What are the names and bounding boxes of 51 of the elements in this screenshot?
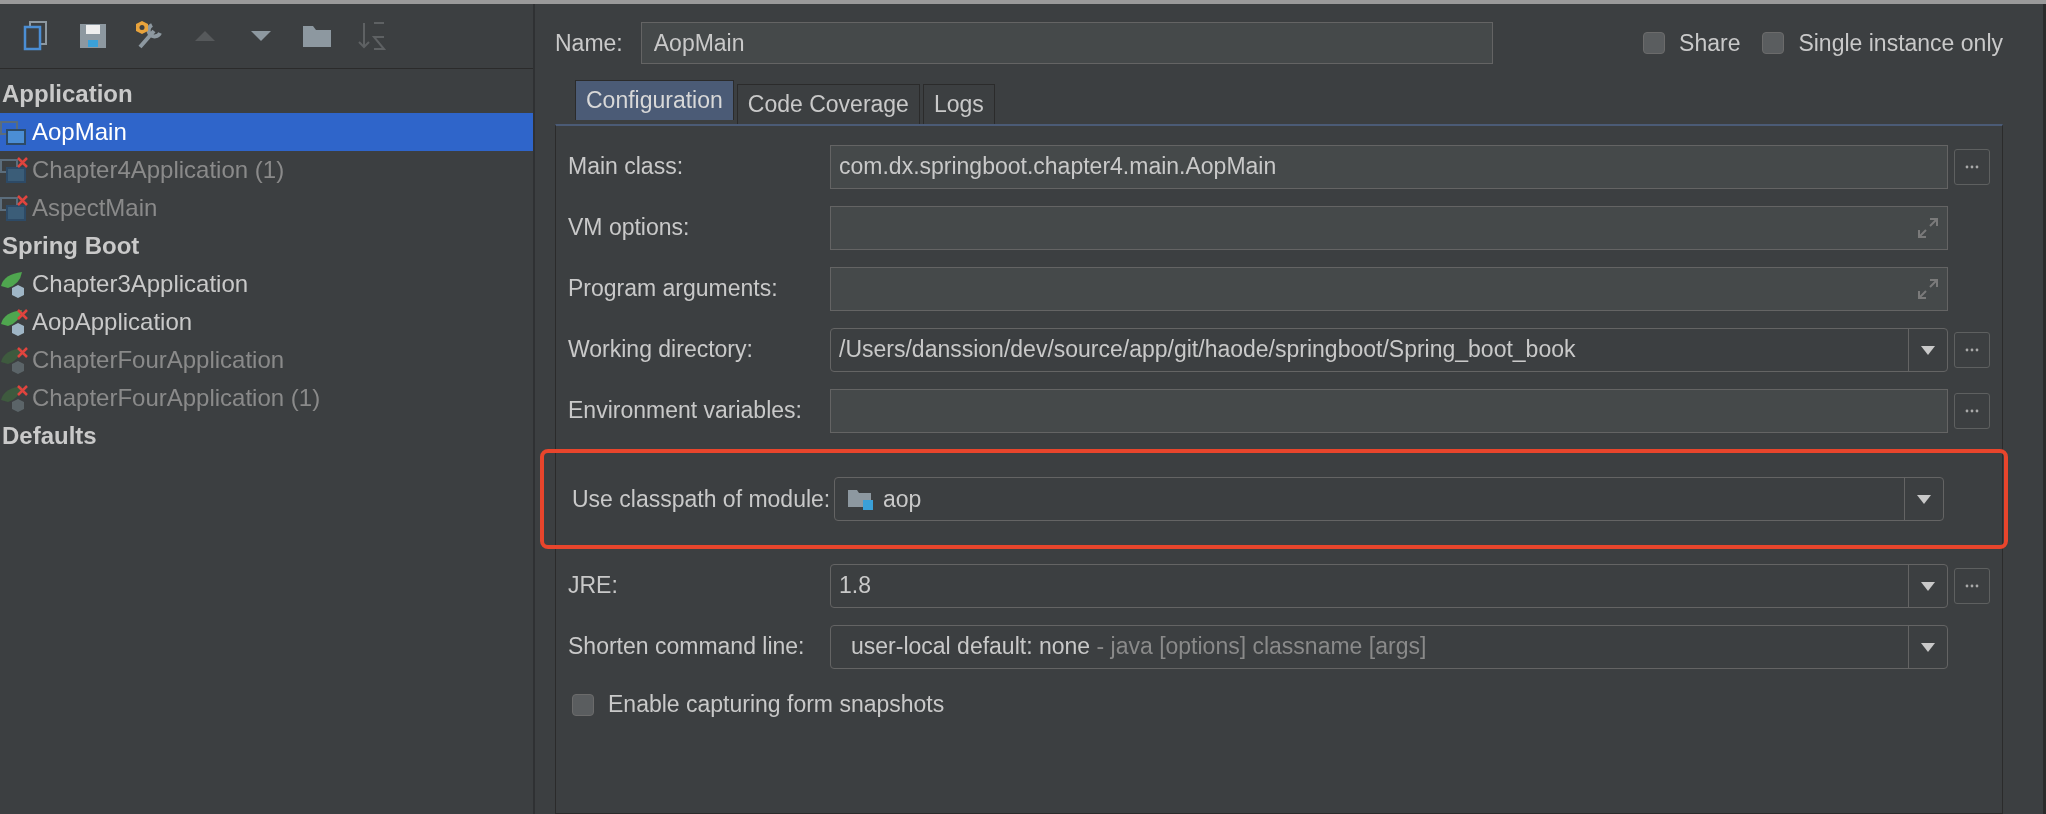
checkbox[interactable]: Enable capturing form snapshots (572, 691, 1986, 718)
dropdown-arrow-icon (1920, 640, 1936, 653)
name-field[interactable]: AopMain (640, 22, 1493, 64)
dropdown-arrow-icon (1920, 579, 1936, 592)
input-field[interactable]: com.dx.springboot.chapter4.main.AopMain (830, 144, 1948, 189)
field-label: Main class: (568, 153, 685, 180)
field-label: VM options: (568, 214, 691, 241)
browse-button[interactable] (1954, 148, 1990, 185)
input-field[interactable] (830, 205, 1948, 250)
input-field[interactable] (830, 266, 1948, 311)
dropdown[interactable]: aop (834, 477, 1944, 521)
tree-group-header[interactable]: Spring Boot (0, 227, 533, 265)
tree-item[interactable]: Chapter3Application (0, 265, 533, 303)
spring-boot-error-icon (0, 384, 28, 412)
ellipsis-icon (1965, 347, 1979, 352)
ellipsis-icon (1965, 583, 1979, 588)
checkbox[interactable]: Single instance only (1762, 29, 2003, 57)
application-window-icon (0, 118, 28, 146)
expand-icon (1917, 277, 1939, 300)
checkbox[interactable]: Share (1643, 29, 1741, 57)
tab[interactable]: Code Coverage (736, 84, 920, 124)
dropdown-arrow-icon (1920, 343, 1936, 356)
dropdown[interactable]: user-local default: none - java [options] classname [args] (830, 624, 1948, 669)
tab[interactable]: Configuration (575, 80, 734, 120)
input-field[interactable] (830, 388, 1948, 433)
tree-item[interactable]: AopApplication (0, 303, 533, 341)
application-error-icon (0, 194, 28, 222)
tree-item[interactable]: AopMain (0, 113, 533, 151)
dropdown-arrow-icon (1916, 493, 1932, 505)
field-label: Environment variables: (568, 397, 803, 424)
expand-icon (1917, 216, 1939, 239)
field-label: Working directory: (568, 336, 754, 363)
field-label: Use classpath of module: (572, 485, 828, 513)
browse-button[interactable] (1954, 567, 1990, 604)
field-label: JRE: (568, 572, 619, 599)
ellipsis-icon (1965, 164, 1979, 169)
dropdown[interactable]: /Users/danssion/dev/source/app/git/haode/springboot/Spring_boot_book (830, 327, 1948, 372)
browse-button[interactable] (1954, 392, 1990, 429)
browse-button[interactable] (1954, 331, 1990, 368)
field-label: Shorten command line: (568, 633, 806, 660)
spring-boot-error-icon (0, 308, 28, 336)
name-label: Name: (555, 29, 623, 57)
tree-group-header[interactable]: Application (0, 75, 533, 113)
dropdown[interactable]: 1.8 (830, 563, 1948, 608)
module-folder-icon (847, 487, 875, 511)
application-error-icon (0, 156, 28, 184)
spring-boot-error-icon (0, 346, 28, 374)
tree-group-header[interactable]: Defaults (0, 417, 533, 455)
ellipsis-icon (1965, 408, 1979, 413)
field-label: Program arguments: (568, 275, 779, 302)
tab[interactable]: Logs (922, 84, 995, 124)
